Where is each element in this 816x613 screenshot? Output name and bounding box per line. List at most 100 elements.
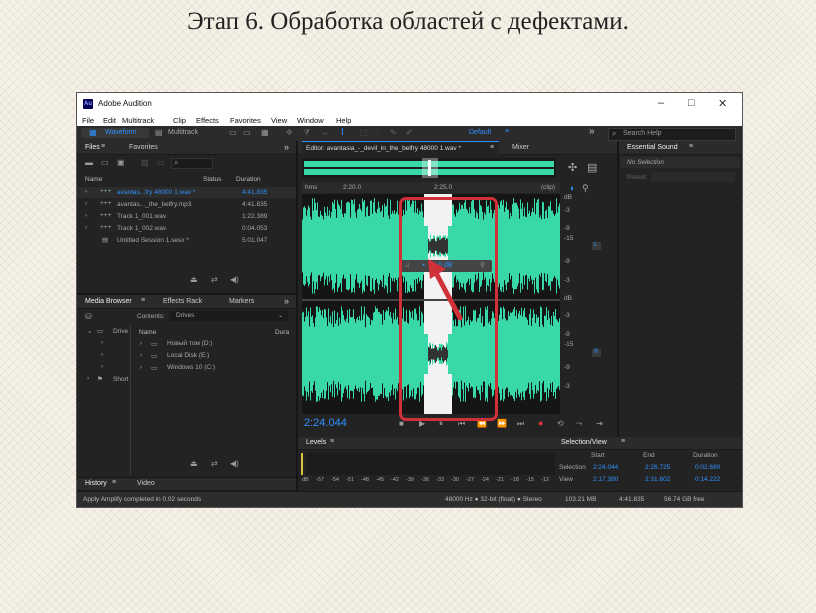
column-duration[interactable]: Dura (275, 329, 289, 336)
marquee-tool-icon[interactable]: ⬚ (360, 128, 368, 137)
expand-icon[interactable]: › (140, 340, 142, 347)
minimize-icon[interactable]: – (658, 97, 664, 109)
panel-menu-icon[interactable]: ≡ (101, 143, 105, 150)
channel-left-badge[interactable]: L (592, 242, 601, 250)
selection-duration-field[interactable]: 0:02.680 (695, 464, 720, 471)
loop-icon[interactable]: ⇄ (211, 459, 218, 468)
expand-panel-icon[interactable]: » (284, 296, 289, 306)
expand-icon[interactable]: › (87, 375, 89, 382)
panel-menu-icon[interactable]: ≡ (141, 297, 145, 304)
close-icon[interactable]: ✕ (718, 97, 727, 110)
brush-tool-icon[interactable]: ✎ (390, 128, 397, 137)
tab-editor[interactable]: Editor: avantasia_-_devil_in_the_belfry … (302, 141, 499, 155)
files-search-field[interactable]: ⌕ (171, 158, 213, 169)
insert-into-multitrack-icon[interactable]: ⏏ (190, 275, 198, 284)
column-duration[interactable]: Duration (236, 176, 261, 183)
expand-icon[interactable]: › (85, 224, 87, 231)
insert-into-multitrack-icon[interactable]: ⏏ (190, 459, 198, 468)
import-icon[interactable]: ▭ (101, 158, 109, 167)
levels-title[interactable]: Levels (306, 439, 326, 446)
pitch-view-icon[interactable]: ▭ (243, 128, 251, 137)
menu-file[interactable]: File (82, 116, 94, 125)
time-selection-tool-icon[interactable]: I (341, 127, 344, 138)
drive-row[interactable]: › ▭ Windows 10 (C:) (137, 363, 292, 374)
view-start-field[interactable]: 2:17.380 (593, 476, 618, 483)
tab-markers[interactable]: Markers (229, 298, 254, 305)
tab-files[interactable]: Files (85, 144, 100, 151)
tab-media-browser[interactable]: Media Browser (85, 298, 132, 305)
panel-menu-icon[interactable]: ≡ (112, 479, 116, 486)
menu-clip[interactable]: Clip (173, 116, 186, 125)
selection-start-field[interactable]: 2:24.044 (593, 464, 618, 471)
view-end-field[interactable]: 2:31.602 (645, 476, 670, 483)
menu-favorites[interactable]: Favorites (230, 116, 261, 125)
razor-tool-icon[interactable]: ⧩ (303, 128, 310, 138)
maximize-icon[interactable]: □ (688, 97, 695, 109)
column-name[interactable]: Name (139, 329, 156, 336)
channel-right-badge[interactable]: R (592, 349, 601, 357)
tab-history[interactable]: History (85, 480, 107, 487)
lasso-tool-icon[interactable]: ◌ (375, 128, 380, 137)
expand-icon[interactable]: › (140, 352, 142, 359)
tab-video[interactable]: Video (137, 480, 155, 487)
expand-icon[interactable]: › (85, 200, 87, 207)
column-name[interactable]: Name (85, 176, 102, 183)
expand-icon[interactable]: › (101, 351, 103, 358)
spot-healing-icon[interactable]: ✐ (406, 128, 413, 137)
panel-menu-icon[interactable]: ≡ (689, 143, 693, 150)
time-ruler[interactable]: hms 2:20.0 2:25.0 (clip) (302, 182, 560, 193)
current-time[interactable]: 2:24.044 (304, 417, 347, 429)
menu-view[interactable]: View (271, 116, 287, 125)
list-icon[interactable]: ▤ (587, 161, 597, 174)
open-file-icon[interactable]: ▬ (85, 158, 93, 167)
slip-tool-icon[interactable]: ↔ (321, 128, 329, 137)
file-row[interactable]: ▤ Untitled Session 1.sesx * 5:01.047 (77, 235, 296, 246)
file-row[interactable]: › +++ avantas..._the_belfry.mp3 4:41.835 (77, 199, 296, 210)
column-status[interactable]: Status (203, 176, 221, 183)
expand-toolbar-icon[interactable]: » (589, 126, 595, 137)
expand-icon[interactable]: › (101, 339, 103, 346)
expand-icon[interactable]: ⌄ (87, 327, 92, 335)
fast-forward-icon[interactable]: ⏩ (497, 419, 507, 428)
expand-icon[interactable]: › (85, 212, 87, 219)
expand-panel-icon[interactable]: » (284, 142, 289, 152)
new-file-icon[interactable]: ▣ (117, 158, 125, 167)
tab-favorites[interactable]: Favorites (129, 144, 158, 151)
output-icon[interactable]: ⇥ (596, 419, 603, 428)
selection-end-field[interactable]: 2:26.725 (645, 464, 670, 471)
insert-icon[interactable]: ▨ (141, 158, 149, 167)
view-duration-field[interactable]: 0:14.222 (695, 476, 720, 483)
menu-multitrack[interactable]: Multitrack (122, 116, 154, 125)
tab-effects-rack[interactable]: Effects Rack (163, 298, 202, 305)
drive-row[interactable]: › ▭ Новый том (D:) (137, 339, 292, 350)
tab-mixer[interactable]: Mixer (512, 144, 529, 151)
loop-playback-icon[interactable]: ⟲ (557, 419, 564, 428)
auto-play-icon[interactable]: ◀) (230, 275, 239, 284)
selection-view-title[interactable]: Selection/View (561, 439, 607, 446)
menu-help[interactable]: Help (336, 116, 351, 125)
zoom-icon[interactable]: ✣ (568, 161, 577, 174)
skip-selection-icon[interactable]: ⤳ (576, 419, 582, 429)
record-icon[interactable]: ● (538, 418, 543, 428)
panel-menu-icon[interactable]: ≡ (330, 438, 334, 445)
tree-divider[interactable] (130, 325, 131, 475)
expand-icon[interactable]: › (85, 188, 87, 195)
waveform-button[interactable]: ▦ Waveform (81, 128, 149, 138)
file-row[interactable]: › +++ avantas...fry 48000 1.wav * 4:41.8… (77, 187, 296, 198)
clip-gain-icon[interactable]: ◐ (570, 183, 575, 193)
next-icon[interactable]: ⏭ (517, 419, 524, 429)
overview-bar[interactable] (302, 158, 556, 178)
drive-row[interactable]: › ▭ Local Disk (E:) (137, 351, 292, 362)
loop-icon[interactable]: ⇄ (211, 275, 218, 284)
pin-icon[interactable]: ⚲ (582, 183, 589, 194)
expand-icon[interactable]: › (140, 364, 142, 371)
file-row[interactable]: › +++ Track 1_001.wav 1:22.389 (77, 211, 296, 222)
search-help-field[interactable]: ⌕ Search Help (608, 128, 736, 141)
expand-icon[interactable]: › (101, 363, 103, 370)
menu-window[interactable]: Window (297, 116, 324, 125)
multitrack-button[interactable]: ▤ Multitrack (155, 128, 215, 138)
panel-menu-icon[interactable]: ≡ (490, 144, 494, 151)
tree-drives[interactable]: Drive (113, 328, 128, 335)
contents-dropdown[interactable]: Drives ⌄ (170, 311, 288, 321)
shortcut-icon[interactable]: ⛁ (85, 312, 92, 321)
